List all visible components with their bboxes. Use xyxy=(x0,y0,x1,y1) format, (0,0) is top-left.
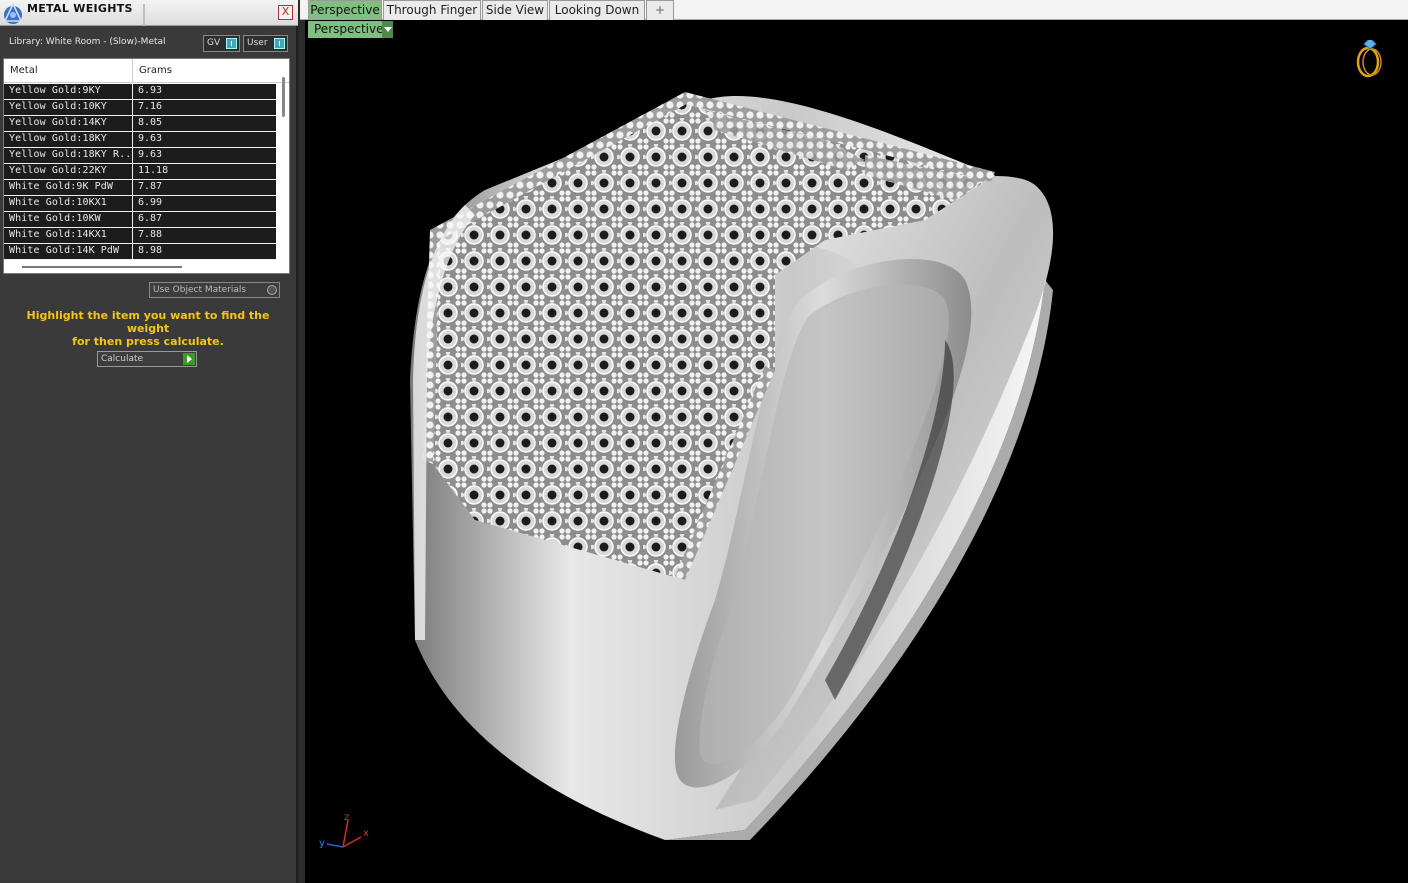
ring-nav-icon[interactable] xyxy=(1350,40,1390,82)
metal-cell: Yellow Gold:18KY R... xyxy=(9,149,131,160)
3d-viewport[interactable]: x z y xyxy=(305,40,1408,883)
grams-cell: 7.88 xyxy=(138,229,163,240)
axis-y-label: y xyxy=(319,838,325,849)
metal-cell: White Gold:10KW xyxy=(9,213,101,224)
table-row[interactable]: Yellow Gold:10KY 7.16 xyxy=(4,100,276,116)
app-logo-icon xyxy=(3,2,23,24)
metal-cell: White Gold:14KX1 xyxy=(9,229,107,240)
tab-side-view[interactable]: Side View xyxy=(482,0,548,20)
axis-triad-icon: x z y xyxy=(319,812,369,849)
dropdown-arrow-icon xyxy=(382,21,393,38)
table-row[interactable]: Yellow Gold:18KY R... 9.63 xyxy=(4,148,276,164)
add-tab-button[interactable]: + xyxy=(646,0,674,20)
user-toggle-label: User xyxy=(247,38,268,48)
toggle-icon xyxy=(226,38,237,49)
table-row[interactable]: White Gold:14K PdW 8.98 xyxy=(4,244,276,260)
grams-cell: 9.63 xyxy=(138,149,163,160)
view-dropdown-label: Perspective xyxy=(314,22,384,36)
instruction-text: Highlight the item you want to find the … xyxy=(10,309,286,348)
column-header-grams[interactable]: Grams xyxy=(139,65,172,76)
user-toggle[interactable]: User xyxy=(243,35,288,52)
grams-cell: 6.93 xyxy=(138,85,163,96)
view-dropdown[interactable]: Perspective xyxy=(308,21,393,38)
gv-toggle[interactable]: GV xyxy=(203,35,240,52)
metal-cell: Yellow Gold:22KY xyxy=(9,165,107,176)
tab-looking-down[interactable]: Looking Down xyxy=(549,0,645,20)
grams-cell: 6.99 xyxy=(138,197,163,208)
play-icon xyxy=(183,353,195,365)
table-row[interactable]: White Gold:9K PdW 7.87 xyxy=(4,180,276,196)
panel-header: METAL WEIGHTS X xyxy=(0,0,298,26)
calculate-button[interactable]: Calculate xyxy=(97,351,197,367)
grams-cell: 9.63 xyxy=(138,133,163,144)
metal-cell: Yellow Gold:9KY xyxy=(9,85,101,96)
tab-perspective[interactable]: Perspective xyxy=(308,0,382,20)
gv-toggle-label: GV xyxy=(207,38,221,48)
axis-z-label: z xyxy=(344,812,349,823)
close-button[interactable]: X xyxy=(278,5,293,20)
use-object-materials-label: Use Object Materials xyxy=(153,285,247,295)
table-row[interactable]: Yellow Gold:22KY 11.18 xyxy=(4,164,276,180)
tab-label: Perspective xyxy=(310,3,380,17)
metal-cell: White Gold:10KX1 xyxy=(9,197,107,208)
table-header: Metal Grams xyxy=(4,59,289,83)
horizontal-scrollbar[interactable] xyxy=(22,266,182,268)
instruction-line-1: Highlight the item you want to find the … xyxy=(26,309,270,335)
table-row[interactable]: White Gold:14KX1 7.88 xyxy=(4,228,276,244)
metal-weights-panel: METAL WEIGHTS X Library: White Room - (S… xyxy=(0,0,298,883)
table-row[interactable]: White Gold:10KX1 6.99 xyxy=(4,196,276,212)
calculate-label: Calculate xyxy=(101,354,144,364)
grams-cell: 8.05 xyxy=(138,117,163,128)
grams-cell: 11.18 xyxy=(138,165,169,176)
table-row[interactable]: Yellow Gold:14KY 8.05 xyxy=(4,116,276,132)
instruction-line-2: for then press calculate. xyxy=(72,335,224,348)
metal-cell: Yellow Gold:18KY xyxy=(9,133,107,144)
grams-cell: 7.16 xyxy=(138,101,163,112)
axis-x-label: x xyxy=(363,828,369,839)
grams-cell: 7.87 xyxy=(138,181,163,192)
ring-model-render xyxy=(410,92,1054,840)
use-object-materials-option[interactable]: Use Object Materials xyxy=(149,282,280,298)
table-row[interactable]: Yellow Gold:9KY 6.93 xyxy=(4,84,276,100)
column-divider xyxy=(132,59,133,83)
header-divider xyxy=(143,4,145,26)
tab-through-finger[interactable]: Through Finger xyxy=(383,0,481,20)
table-body: Yellow Gold:9KY 6.93 Yellow Gold:10KY 7.16… xyxy=(4,84,276,260)
column-header-metal[interactable]: Metal xyxy=(10,65,38,76)
vertical-scrollbar[interactable] xyxy=(282,77,285,117)
close-icon: X xyxy=(281,5,290,18)
tab-label: Side View xyxy=(485,3,545,17)
tab-label: Through Finger xyxy=(386,3,478,17)
view-options-strip xyxy=(305,20,1408,40)
toggle-icon xyxy=(274,38,285,49)
view-tab-bar: Perspective Through Finger Side View Loo… xyxy=(300,0,1408,20)
metal-cell: White Gold:9K PdW xyxy=(9,181,114,192)
table-row[interactable]: White Gold:10KW 6.87 xyxy=(4,212,276,228)
metal-cell: Yellow Gold:14KY xyxy=(9,117,107,128)
library-label: Library: White Room - (Slow)-Metal xyxy=(9,37,166,47)
table-row[interactable]: Yellow Gold:18KY 9.63 xyxy=(4,132,276,148)
add-tab-icon: + xyxy=(654,3,666,17)
panel-title: METAL WEIGHTS xyxy=(27,2,133,15)
metal-cell: White Gold:14K PdW xyxy=(9,245,120,256)
grams-cell: 8.98 xyxy=(138,245,163,256)
metal-cell: Yellow Gold:10KY xyxy=(9,101,107,112)
radio-icon xyxy=(267,285,277,295)
grams-cell: 6.87 xyxy=(138,213,163,224)
metal-weights-table: Metal Grams Yellow Gold:9KY 6.93 Yellow G… xyxy=(3,58,290,274)
tab-label: Looking Down xyxy=(554,3,640,17)
